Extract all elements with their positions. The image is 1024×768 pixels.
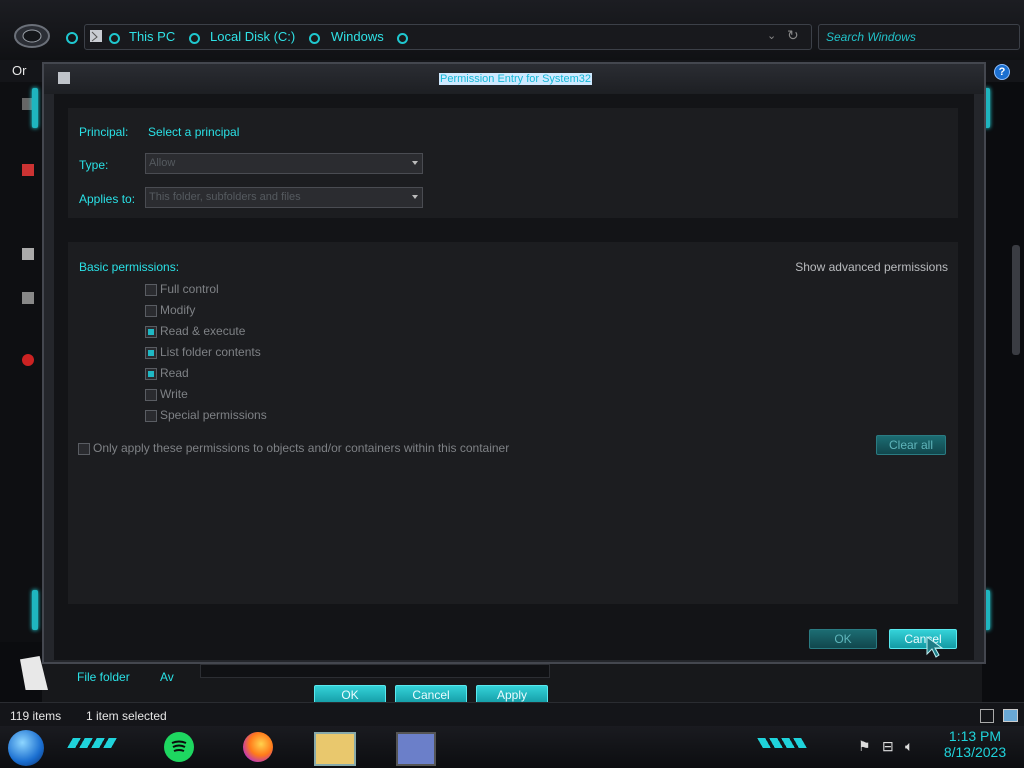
dropdown-dot-icon[interactable] [66,32,78,44]
spotify-icon[interactable] [164,732,194,762]
clear-all-button[interactable]: Clear all [876,435,946,455]
scrollbar-thumb[interactable] [1012,245,1020,355]
window-app-icon[interactable] [396,732,436,766]
network-icon[interactable]: ⊟ [882,738,894,755]
dialog-cancel-button[interactable]: Cancel [889,629,957,649]
large-icons-view-icon[interactable] [1003,709,1018,722]
help-icon[interactable]: ? [994,64,1010,80]
only-apply-checkbox[interactable] [78,443,90,455]
selection-count: 1 item selected [86,709,167,723]
permission-entry-dialog: Permission Entry for System32 Principal:… [42,62,986,664]
write-checkbox[interactable] [145,389,157,401]
frame-accent-left-top [32,88,38,128]
chevron-down-icon[interactable]: ⌄ [767,29,776,42]
breadcrumb-separator-icon [397,33,408,44]
organize-menu[interactable]: Or [12,63,26,78]
item-count: 119 items [10,709,62,723]
taskbar-accent [67,738,117,748]
special-permissions-label: Special permissions [160,408,267,422]
select-principal-link[interactable]: Select a principal [148,125,239,139]
applies-to-select-value: This folder, subfolders and files [149,191,301,203]
applies-to-label: Applies to: [79,192,136,206]
nav-item-icon[interactable] [22,292,34,304]
modify-label: Modify [160,303,196,317]
dialog-title-bar[interactable]: Permission Entry for System32 [44,64,984,94]
frame-accent-left-bottom [32,590,38,630]
dialog-body: Principal: Select a principal Type: Allo… [54,94,974,660]
file-explorer-icon[interactable] [314,732,356,766]
dialog-title: Permission Entry for System32 [439,73,592,85]
read-checkbox[interactable] [145,368,157,380]
search-input[interactable]: Search Windows [818,24,1020,50]
special-permissions-checkbox[interactable] [145,410,157,422]
mouse-cursor-icon [926,636,944,658]
basic-permissions-label: Basic permissions: [79,260,180,274]
flag-icon[interactable]: ⚑ [858,738,871,755]
file-attr-label: Av [160,670,174,684]
volume-icon[interactable]: 🔈︎ [905,738,913,755]
type-label: Type: [79,158,109,172]
nav-item-icon[interactable] [22,164,34,176]
breadcrumb-separator-icon [189,33,200,44]
back-forward-orb-icon[interactable] [12,20,52,52]
navigation-pane [0,82,42,642]
address-bar[interactable]: This PC Local Disk (C:) Windows ⌄ ↻ [84,24,812,50]
modify-checkbox[interactable] [145,305,157,317]
chevron-down-icon [412,195,418,199]
taskbar-accent [757,738,807,748]
chevron-down-icon [412,161,418,165]
breadcrumb-local-disk[interactable]: Local Disk (C:) [210,29,295,44]
type-select-value: Allow [149,157,176,169]
list-folder-contents-checkbox[interactable] [145,347,157,359]
permissions-panel: Basic permissions: Show advanced permiss… [68,242,958,604]
dialog-ok-button[interactable]: OK [809,629,877,649]
search-placeholder: Search Windows [826,30,916,44]
breadcrumb-separator-icon [109,33,120,44]
clock-date: 8/13/2023 [943,744,1007,760]
read-execute-label: Read & execute [160,324,246,338]
show-advanced-permissions-link[interactable]: Show advanced permissions [795,260,948,274]
details-view-icon[interactable] [980,709,994,723]
shield-icon [58,72,70,84]
status-bar: 119 items 1 item selected [0,702,1024,727]
clock-time: 1:13 PM [948,728,1002,744]
full-control-checkbox[interactable] [145,284,157,296]
applies-to-select[interactable]: This folder, subfolders and files [145,187,423,208]
read-label: Read [160,366,189,380]
breadcrumb-this-pc[interactable]: This PC [129,29,175,44]
breadcrumb-separator-icon [309,33,320,44]
properties-list [200,664,550,678]
nav-item-icon[interactable] [22,354,34,366]
write-label: Write [160,387,188,401]
principal-label: Principal: [79,125,129,139]
breadcrumb-windows[interactable]: Windows [331,29,384,44]
only-apply-label: Only apply these permissions to objects … [93,441,510,455]
start-button[interactable] [8,730,44,766]
system-clock[interactable]: 1:13 PM 8/13/2023 [930,728,1020,760]
principal-panel: Principal: Select a principal Type: Allo… [68,108,958,218]
refresh-icon[interactable]: ↻ [787,27,799,44]
read-execute-checkbox[interactable] [145,326,157,338]
list-folder-contents-label: List folder contents [160,345,261,359]
firefox-icon[interactable] [243,732,273,762]
full-control-label: Full control [160,282,219,296]
folder-icon [89,28,103,44]
type-select[interactable]: Allow [145,153,423,174]
file-type-label: File folder [77,670,130,684]
nav-item-icon[interactable] [22,248,34,260]
